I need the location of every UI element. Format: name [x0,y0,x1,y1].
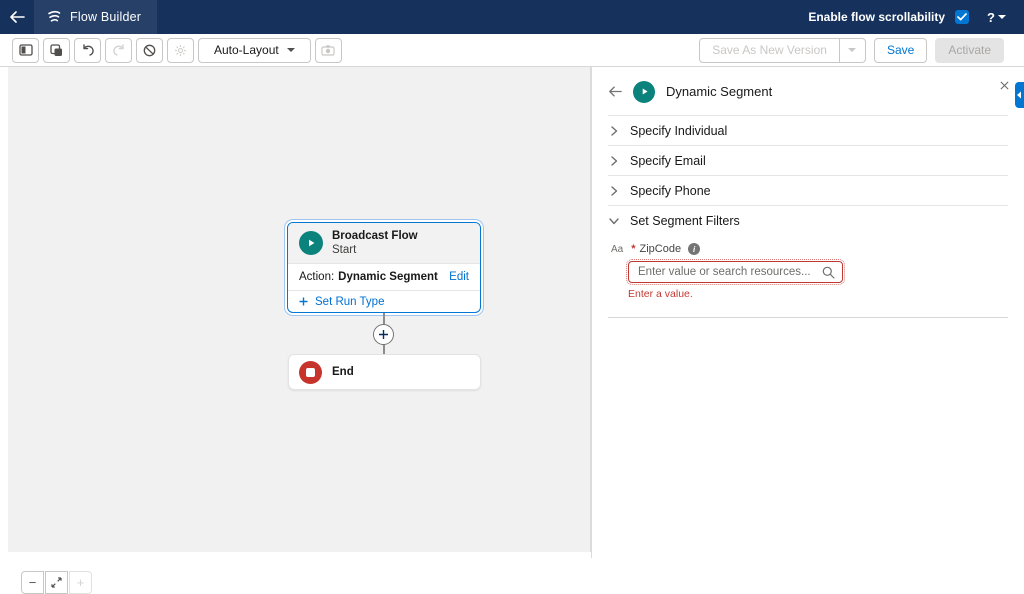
start-node-subtitle: Start [332,243,418,257]
start-play-icon [299,231,323,255]
end-node[interactable]: End [288,354,481,390]
action-prefix: Action: [299,271,334,283]
property-editor-panel: Dynamic Segment Specify Individual Speci… [591,67,1024,558]
save-as-dropdown-button[interactable] [840,38,866,63]
edit-action-link[interactable]: Edit [449,271,469,283]
flow-scrollability-label: Enable flow scrollability [808,10,945,24]
redo-icon [112,44,126,57]
toolbar: Auto-Layout Save As New Version Save Act… [0,34,1024,67]
app-logo-tab[interactable]: Flow Builder [34,0,157,34]
prohibit-icon [143,44,156,57]
panel-close-button[interactable] [997,76,1012,98]
zipcode-input-wrap [628,261,843,283]
activate-button[interactable]: Activate [935,38,1004,63]
toolbar-right-group: Save As New Version Save Activate [699,38,1004,63]
segment-play-icon [633,81,655,103]
zipcode-error-text: Enter a value. [628,288,1008,300]
text-type-icon: Aa [611,244,623,255]
section-set-segment-filters[interactable]: Set Segment Filters [592,206,1024,236]
start-node-title: Broadcast Flow [332,229,418,243]
section-divider [608,317,1008,318]
settings-button[interactable] [167,38,194,63]
disable-flow-button[interactable] [136,38,163,63]
copy-icon [50,44,63,57]
camera-icon [321,44,335,56]
undo-button[interactable] [74,38,101,63]
undo-icon [81,44,95,57]
section-specify-individual[interactable]: Specify Individual [592,116,1024,146]
save-as-split-button: Save As New Version [699,38,866,63]
close-icon [999,80,1010,91]
chevron-right-icon [608,126,620,136]
triangle-left-icon [1016,91,1022,99]
end-node-label: End [332,366,354,378]
section-label: Specify Individual [630,124,727,138]
zoom-out-button[interactable]: − [21,571,44,594]
start-node-header[interactable]: Broadcast Flow Start [288,223,480,263]
section-specify-email[interactable]: Specify Email [592,146,1024,176]
panel-expand-handle[interactable] [1015,82,1024,108]
toggle-toolbox-button[interactable] [12,38,39,63]
flow-scrollability-checkbox[interactable] [955,10,969,24]
save-as-new-version-button[interactable]: Save As New Version [699,38,840,63]
end-stop-icon [299,361,322,384]
panel-toggle-icon [19,44,33,56]
chevron-right-icon [608,156,620,166]
action-name: Dynamic Segment [338,271,438,283]
navbar: Flow Builder Enable flow scrollability ? [0,0,1024,34]
toolbar-left-group: Auto-Layout [12,38,342,63]
zipcode-input[interactable] [628,261,843,283]
panel-title: Dynamic Segment [666,84,772,99]
arrow-left-icon [9,11,25,23]
zipcode-field-block: Aa * ZipCode i Enter a value. [592,236,1024,300]
navbar-right: Enable flow scrollability ? [808,10,1024,25]
chevron-down-icon [608,216,620,226]
required-asterisk: * [631,243,635,255]
checkmark-icon [957,13,967,21]
section-label: Specify Email [630,154,706,168]
arrow-left-icon [608,86,622,97]
zoom-controls: − + [21,571,92,594]
zipcode-label-row: Aa * ZipCode i [611,243,1008,255]
flow-canvas[interactable]: Broadcast Flow Start Action: Dynamic Seg… [0,67,591,558]
section-label: Set Segment Filters [630,214,740,228]
help-menu-button[interactable]: ? [987,10,1006,25]
fit-to-view-icon [51,577,62,588]
help-label: ? [987,10,995,25]
start-node-action-row: Action: Dynamic Segment Edit [288,263,480,290]
set-run-type-link[interactable]: Set Run Type [288,290,480,312]
gear-icon [174,44,187,57]
snapshot-button[interactable] [315,38,342,63]
add-element-button[interactable] [373,324,394,345]
section-label: Specify Phone [630,184,711,198]
copy-elements-button[interactable] [43,38,70,63]
save-button[interactable]: Save [874,38,927,63]
panel-header: Dynamic Segment [592,67,1024,116]
section-specify-phone[interactable]: Specify Phone [592,176,1024,206]
chevron-down-icon [998,15,1006,19]
fit-to-view-button[interactable] [45,571,68,594]
layout-mode-dropdown[interactable]: Auto-Layout [198,38,311,63]
canvas-surface[interactable]: Broadcast Flow Start Action: Dynamic Seg… [8,67,591,552]
layout-mode-label: Auto-Layout [214,43,279,57]
redo-button[interactable] [105,38,132,63]
plus-icon [299,297,308,306]
flow-builder-logo-icon [46,9,62,25]
panel-back-button[interactable] [608,86,622,97]
chevron-down-icon [287,48,295,52]
start-node[interactable]: Broadcast Flow Start Action: Dynamic Seg… [287,222,481,313]
chevron-down-icon [848,48,856,52]
back-button[interactable] [0,0,34,34]
zipcode-label: ZipCode [640,243,682,255]
chevron-right-icon [608,186,620,196]
info-icon[interactable]: i [688,243,700,255]
set-run-type-label: Set Run Type [315,296,384,308]
add-element-icon [378,329,389,340]
zoom-in-button[interactable]: + [69,571,92,594]
search-icon [822,266,835,284]
app-title: Flow Builder [70,10,141,24]
